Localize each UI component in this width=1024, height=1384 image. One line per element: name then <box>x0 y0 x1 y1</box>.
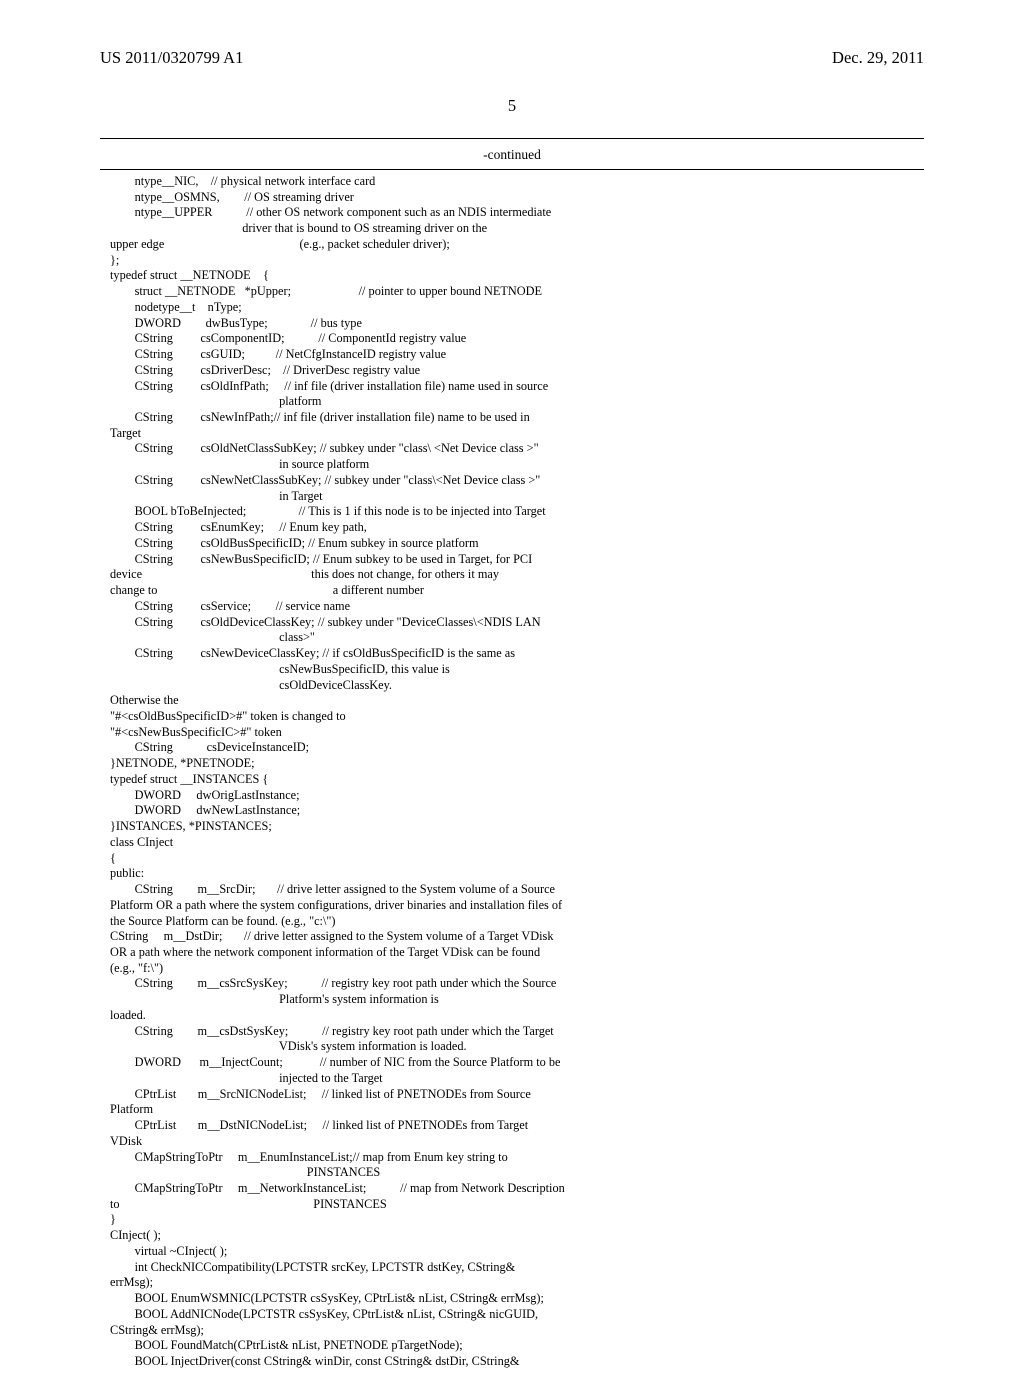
section-continued: -continued <box>100 147 924 163</box>
top-rule <box>100 138 924 139</box>
publication-number: US 2011/0320799 A1 <box>100 48 243 68</box>
page-number: 5 <box>100 96 924 116</box>
patent-page: US 2011/0320799 A1 Dec. 29, 2011 5 -cont… <box>0 0 1024 1320</box>
code-listing: ntype__NIC, // physical network interfac… <box>100 170 924 1384</box>
publication-date: Dec. 29, 2011 <box>832 48 924 68</box>
page-header: US 2011/0320799 A1 Dec. 29, 2011 <box>100 48 924 68</box>
